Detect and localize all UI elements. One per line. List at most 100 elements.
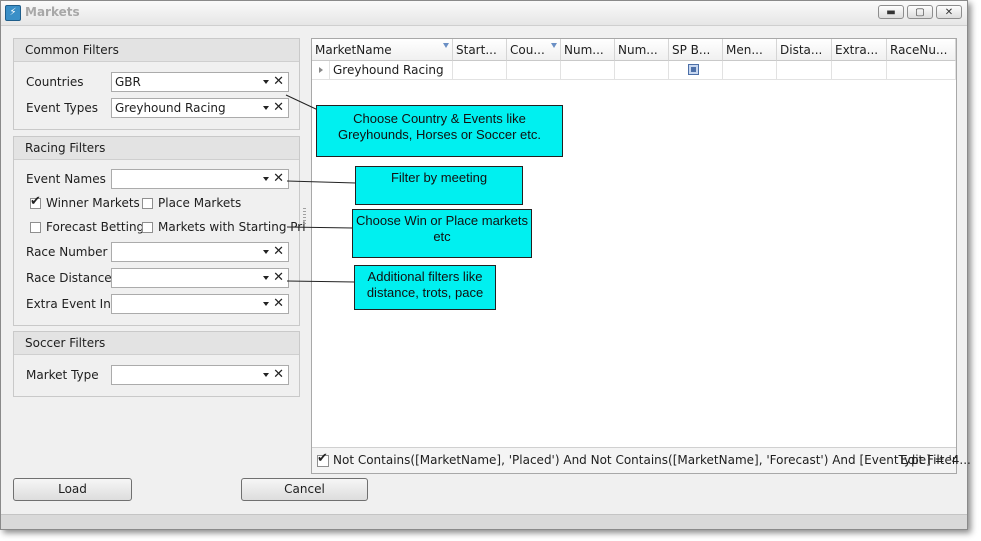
- maximize-icon: ▢: [915, 7, 925, 18]
- clear-icon[interactable]: ✕: [273, 270, 284, 286]
- cell-menu[interactable]: [723, 61, 777, 80]
- column-header-label: Start...: [456, 43, 497, 57]
- column-header-label: Dista...: [780, 43, 823, 57]
- column-header-sp-betting[interactable]: SP B...: [669, 39, 723, 61]
- racing-filters-header: Racing Filters: [14, 137, 299, 160]
- place-markets-checkbox[interactable]: [142, 198, 153, 209]
- minimize-icon: ▬: [886, 7, 896, 18]
- filter-expression[interactable]: Not Contains([MarketName], 'Placed') And…: [333, 453, 971, 467]
- close-icon: ✕: [944, 7, 954, 18]
- cell-sp-betting[interactable]: [669, 61, 723, 80]
- cell-extra[interactable]: [832, 61, 887, 80]
- splitter-handle[interactable]: [303, 208, 306, 224]
- close-button[interactable]: ✕: [936, 5, 962, 19]
- starting-price-checkbox[interactable]: [142, 222, 153, 233]
- edit-filter-link[interactable]: Edit Filter: [900, 453, 957, 467]
- column-header-num-1[interactable]: Num...: [561, 39, 615, 61]
- race-number-label: Race Number: [26, 245, 108, 259]
- column-header-label: SP B...: [672, 43, 711, 57]
- winner-markets-checkbox[interactable]: [30, 194, 41, 209]
- event-types-combo[interactable]: Greyhound Racing ✕: [111, 98, 289, 118]
- cell-race-number[interactable]: [887, 61, 956, 80]
- market-type-combo[interactable]: ✕: [111, 365, 289, 385]
- column-header-label: Cou...: [510, 43, 545, 57]
- column-header-num-2[interactable]: Num...: [615, 39, 669, 61]
- column-header-label: Num...: [564, 43, 604, 57]
- column-header-label: Extra...: [835, 43, 879, 57]
- cell-market-name[interactable]: Greyhound Racing: [330, 61, 453, 80]
- load-button[interactable]: Load: [13, 478, 132, 501]
- callout-win-place: Choose Win or Place markets etc: [352, 209, 532, 258]
- market-type-label: Market Type: [26, 368, 99, 382]
- column-header-extra[interactable]: Extra...: [832, 39, 887, 61]
- countries-value: GBR: [115, 75, 141, 89]
- clear-icon[interactable]: ✕: [273, 100, 284, 116]
- event-types-value: Greyhound Racing: [115, 101, 226, 115]
- forecast-betting-checkbox[interactable]: [30, 222, 41, 233]
- sp-betting-icon: [688, 64, 699, 75]
- common-filters-group: Common Filters Countries GBR ✕ Event Typ…: [13, 38, 300, 130]
- countries-label: Countries: [26, 75, 84, 89]
- callout-country-events: Choose Country & Events like Greyhounds,…: [316, 105, 563, 157]
- minimize-button[interactable]: ▬: [878, 5, 904, 19]
- extra-event-info-combo[interactable]: ✕: [111, 294, 289, 314]
- winner-markets-label: Winner Markets: [46, 196, 140, 210]
- column-header-menu[interactable]: Men...: [723, 39, 777, 61]
- clear-icon[interactable]: ✕: [273, 367, 284, 383]
- maximize-button[interactable]: ▢: [907, 5, 933, 19]
- cancel-button[interactable]: Cancel: [241, 478, 368, 501]
- chevron-down-icon[interactable]: [263, 302, 269, 306]
- soccer-filters-group: Soccer Filters Market Type ✕: [13, 331, 300, 397]
- column-header-label: Num...: [618, 43, 658, 57]
- soccer-filters-header: Soccer Filters: [14, 332, 299, 355]
- column-header-label: RaceNu...: [890, 43, 948, 57]
- clear-icon[interactable]: ✕: [273, 296, 284, 312]
- clear-icon[interactable]: ✕: [273, 244, 284, 260]
- cell-num-1[interactable]: [561, 61, 615, 80]
- filter-icon[interactable]: [551, 43, 557, 48]
- starting-price-label: Markets with Starting Pri: [158, 220, 306, 234]
- column-header-race-number[interactable]: RaceNu...: [887, 39, 956, 61]
- window-title: Markets: [25, 5, 80, 19]
- event-types-label: Event Types: [26, 101, 99, 115]
- clear-icon[interactable]: ✕: [273, 74, 284, 90]
- race-distance-label: Race Distance: [26, 271, 112, 285]
- event-names-combo[interactable]: ✕: [111, 169, 289, 189]
- cell-num-2[interactable]: [615, 61, 669, 80]
- clear-icon[interactable]: ✕: [273, 171, 284, 187]
- column-header-market-name[interactable]: MarketName: [312, 39, 453, 61]
- status-bar: [1, 514, 967, 529]
- forecast-betting-label: Forecast Betting: [46, 220, 145, 234]
- cell-start[interactable]: [453, 61, 507, 80]
- race-number-combo[interactable]: ✕: [111, 242, 289, 262]
- racing-filters-group: Racing Filters Event Names ✕ Winner Mark…: [13, 136, 306, 326]
- chevron-down-icon[interactable]: [263, 250, 269, 254]
- cell-distance[interactable]: [777, 61, 832, 80]
- chevron-right-icon[interactable]: [319, 67, 323, 73]
- place-markets-label: Place Markets: [158, 196, 242, 210]
- countries-combo[interactable]: GBR ✕: [111, 72, 289, 92]
- common-filters-header: Common Filters: [14, 39, 299, 62]
- filter-panel: Not Contains([MarketName], 'Placed') And…: [312, 447, 971, 473]
- callout-additional: Additional filters like distance, trots,…: [354, 265, 496, 310]
- chevron-down-icon[interactable]: [263, 276, 269, 280]
- filter-enabled-checkbox[interactable]: [317, 451, 329, 467]
- column-header-label: MarketName: [315, 43, 392, 57]
- filter-icon[interactable]: [443, 43, 449, 48]
- chevron-down-icon[interactable]: [263, 373, 269, 377]
- column-header-distance[interactable]: Dista...: [777, 39, 832, 61]
- callout-meeting: Filter by meeting: [355, 166, 523, 205]
- title-bar: ⚡ Markets ▬ ▢ ✕: [1, 1, 967, 26]
- chevron-down-icon[interactable]: [263, 80, 269, 84]
- event-names-label: Event Names: [26, 172, 106, 186]
- extra-event-info-label: Extra Event Info: [26, 297, 123, 311]
- cell-country[interactable]: [507, 61, 561, 80]
- app-icon: ⚡: [5, 5, 21, 21]
- chevron-down-icon[interactable]: [263, 106, 269, 110]
- row-expander[interactable]: [312, 61, 330, 80]
- column-header-label: Men...: [726, 43, 763, 57]
- chevron-down-icon[interactable]: [263, 177, 269, 181]
- column-header-country[interactable]: Cou...: [507, 39, 561, 61]
- race-distance-combo[interactable]: ✕: [111, 268, 289, 288]
- column-header-start[interactable]: Start...: [453, 39, 507, 61]
